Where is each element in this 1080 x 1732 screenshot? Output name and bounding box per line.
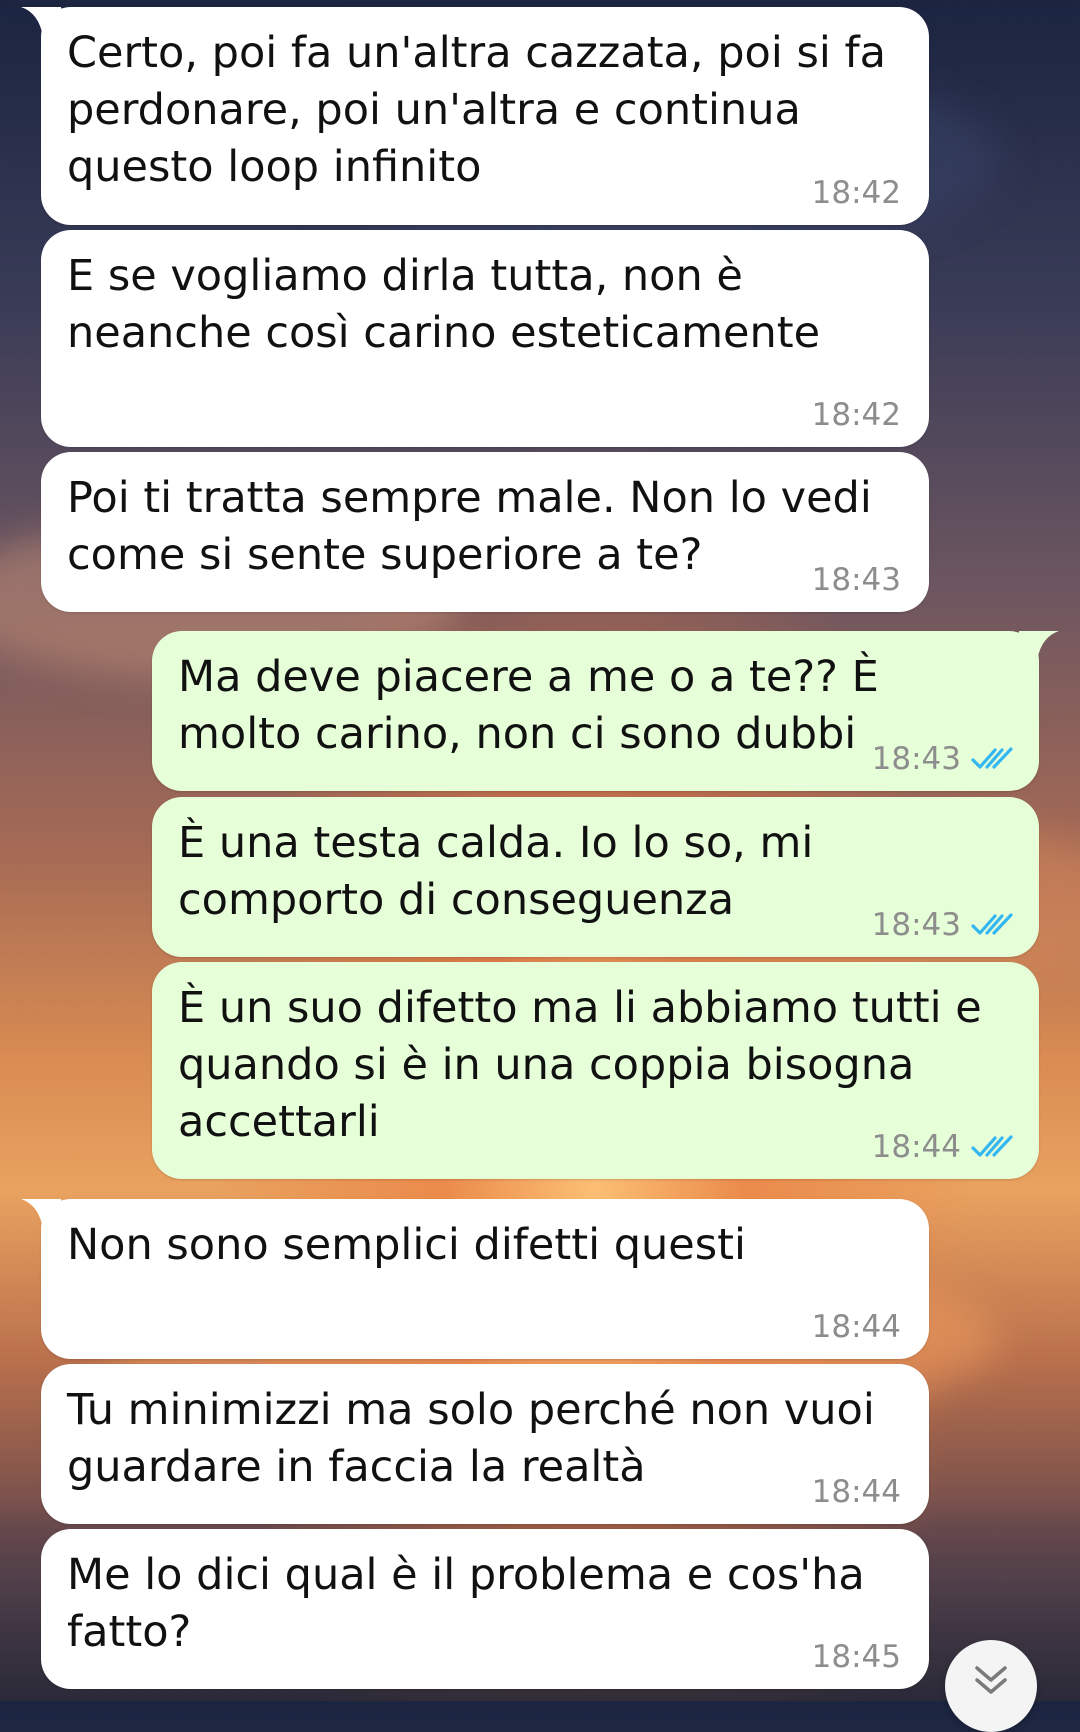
message-text: È un suo difetto ma li abbiamo tutti e q… — [178, 983, 996, 1147]
message-bubble-incoming[interactable]: Poi ti tratta sempre male. Non lo vedi c… — [41, 452, 929, 612]
bubble-tail — [1019, 631, 1059, 661]
scroll-to-bottom-button[interactable] — [945, 1640, 1037, 1732]
message-bubble-outgoing[interactable]: Ma deve piacere a me o a te?? È molto ca… — [152, 631, 1059, 791]
message-bubble-incoming[interactable]: Non sono semplici difetti questi 18:44 — [21, 1199, 929, 1359]
message-bubble-incoming[interactable]: Certo, poi fa un'altra cazzata, poi si f… — [21, 7, 929, 225]
message-text: E se vogliamo dirla tutta, non è neanche… — [67, 251, 821, 358]
message-time: 18:43 — [871, 907, 961, 943]
message-meta: 18:43 — [872, 907, 1013, 943]
message-time: 18:44 — [871, 1129, 961, 1165]
bubble-tail — [21, 7, 61, 37]
message-bubble-outgoing[interactable]: È un suo difetto ma li abbiamo tutti e q… — [152, 962, 1039, 1179]
double-check-icon — [971, 1135, 1013, 1157]
message-time: 18:42 — [811, 397, 901, 433]
message-text: Me lo dici qual è il problema e cos'ha f… — [67, 1550, 879, 1657]
message-meta: 18:43 — [812, 562, 901, 598]
message-meta: 18:42 — [812, 175, 901, 211]
message-bubble-incoming[interactable]: Tu minimizzi ma solo perché non vuoi gua… — [41, 1364, 929, 1524]
message-time: 18:42 — [811, 175, 901, 211]
message-text: Non sono semplici difetti questi — [67, 1220, 746, 1270]
message-meta: 18:45 — [812, 1639, 901, 1675]
message-bubble-outgoing[interactable]: È una testa calda. Io lo so, mi comporto… — [152, 797, 1039, 957]
message-text: Certo, poi fa un'altra cazzata, poi si f… — [67, 28, 900, 192]
double-check-icon — [971, 747, 1013, 769]
chevron-double-down-icon — [975, 1666, 1007, 1694]
message-time: 18:44 — [811, 1309, 901, 1345]
message-bubble-incoming[interactable]: E se vogliamo dirla tutta, non è neanche… — [41, 230, 929, 447]
message-meta: 18:42 — [812, 397, 901, 433]
double-check-icon — [971, 913, 1013, 935]
message-text: Poi ti tratta sempre male. Non lo vedi c… — [67, 473, 886, 580]
message-meta: 18:44 — [812, 1474, 901, 1510]
chat-message-list[interactable]: Certo, poi fa un'altra cazzata, poi si f… — [0, 0, 1080, 1701]
message-meta: 18:43 — [872, 741, 1013, 777]
message-text: Tu minimizzi ma solo perché non vuoi gua… — [67, 1385, 889, 1492]
message-time: 18:43 — [811, 562, 901, 598]
message-time: 18:43 — [871, 741, 961, 777]
message-bubble-incoming[interactable]: Me lo dici qual è il problema e cos'ha f… — [41, 1529, 929, 1689]
bubble-tail — [21, 1199, 61, 1229]
message-meta: 18:44 — [872, 1129, 1013, 1165]
message-time: 18:45 — [811, 1639, 901, 1675]
message-time: 18:44 — [811, 1474, 901, 1510]
message-meta: 18:44 — [812, 1309, 901, 1345]
